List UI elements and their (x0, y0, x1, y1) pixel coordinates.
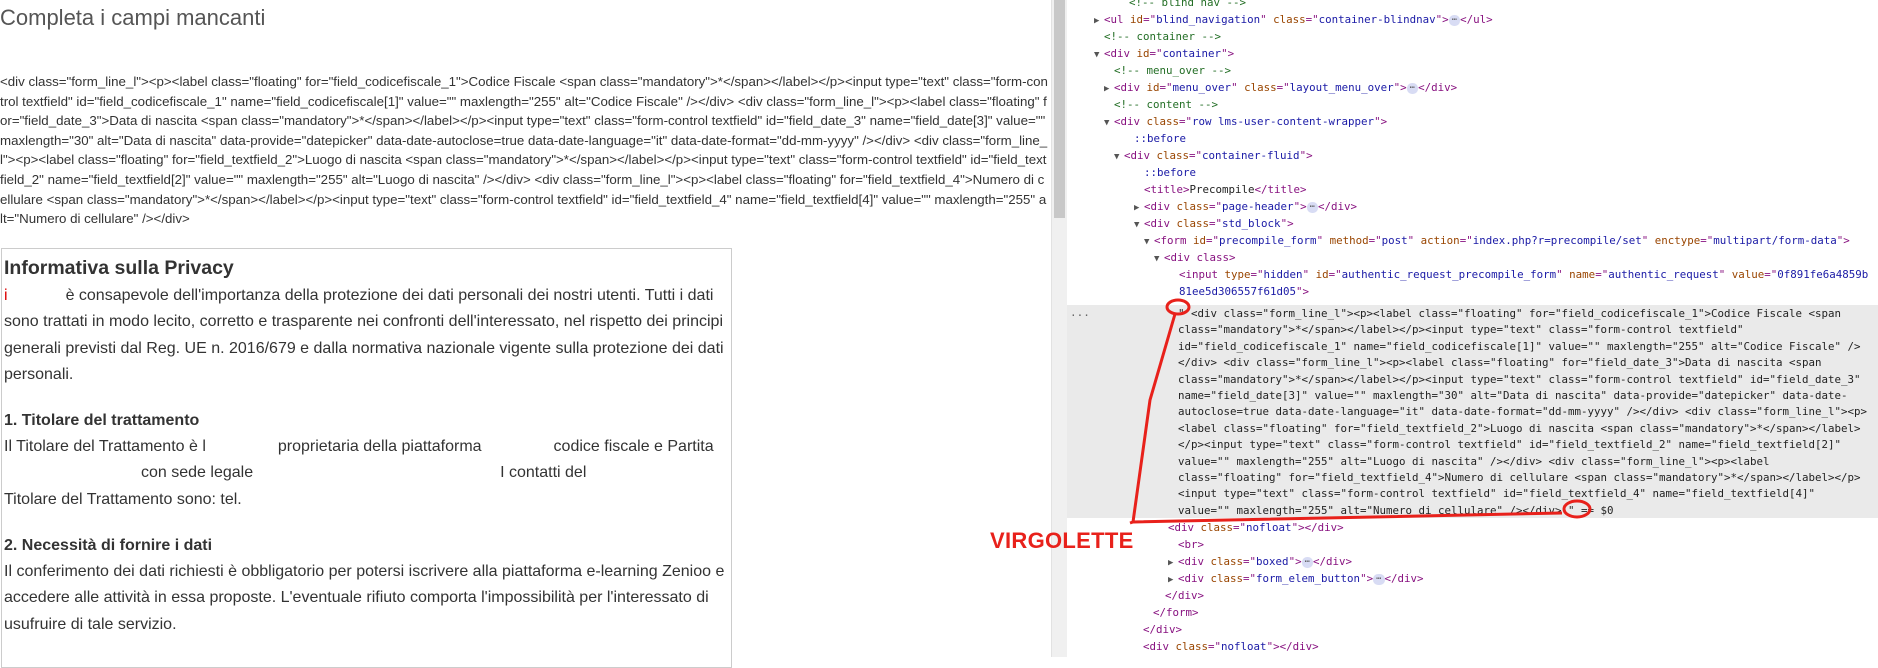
scrollbar-thumb[interactable] (1054, 0, 1065, 218)
dom-node-container[interactable]: ▼ <div id="container"> (1094, 45, 1234, 62)
ellipsis-icon[interactable]: ⋯ (1373, 573, 1385, 585)
s1-part-d: con sede legale (141, 464, 254, 482)
dom-node-title[interactable]: <title>Precompile</title> (1144, 181, 1307, 198)
dom-node-page-header[interactable]: ▶ <div class="page-header"> ⋯ </div> (1134, 198, 1357, 215)
dom-node-menu-over[interactable]: ▶ <div id="menu_over" class="layout_menu_… (1104, 79, 1457, 96)
selected-text-line: " <div class="form_line_l"><p><label cla… (1178, 307, 1842, 320)
dom-node-std-block[interactable]: ▼ <div class="std_block"> (1134, 215, 1294, 232)
dom-comment-content[interactable]: <!-- content --> (1114, 96, 1218, 113)
dom-node-container-fluid[interactable]: ▼ <div class="container-fluid"> (1114, 147, 1313, 164)
selected-text-line: value="" maxlength="255" alt="Luogo di n… (1178, 454, 1770, 468)
dom-node-input-hidden[interactable]: <input type="hidden" id="authentic_reque… (1179, 266, 1868, 283)
privacy-box[interactable]: Informativa sulla Privacy iè consapevole… (1, 248, 732, 668)
privacy-intro-start: i (4, 287, 8, 304)
selected-text-line: class="floating" for="field_textfield_4"… (1178, 471, 1861, 484)
selected-text-line: class="mandatory">*</span></label></p><i… (1178, 323, 1744, 337)
page-title: Completa i campi mancanti (0, 5, 266, 30)
expand-triangle-icon[interactable]: ▶ (1104, 81, 1114, 98)
selected-text-line: </div> <div class="form_line_l"><p><labe… (1178, 356, 1822, 370)
collapse-triangle-icon[interactable]: ▼ (1114, 149, 1124, 166)
dom-node-nofloat-2[interactable]: <div class="nofloat"></div> (1143, 638, 1319, 655)
dom-node-nofloat[interactable]: <div class="nofloat"></div> (1168, 519, 1344, 536)
privacy-intro-text: è consapevole dell'importanza della prot… (4, 287, 724, 383)
dom-node-ul[interactable]: ▶ <ul id="blind_navigation" class="contai… (1094, 11, 1493, 28)
section-1-title: 1. Titolare del trattamento (4, 412, 200, 430)
selected-text-line: class="mandatory">*</span></label></p><i… (1178, 372, 1861, 386)
collapse-triangle-icon[interactable]: ▼ (1134, 217, 1144, 234)
dom-close-div[interactable]: </div> (1165, 587, 1204, 604)
ellipsis-icon[interactable]: ⋯ (1306, 201, 1318, 213)
s1-part-c: codice fiscale e Partita (553, 438, 714, 456)
collapse-triangle-icon[interactable]: ▼ (1094, 47, 1104, 64)
dom-node-form-elem-button[interactable]: ▶ <div class="form_elem_button"> ⋯ </div> (1168, 570, 1424, 587)
page-content: Completa i campi mancanti <div class="fo… (0, 0, 1067, 668)
dom-close-div[interactable]: </div> (1143, 621, 1182, 638)
selected-text-line: <input type="text" class="form-control t… (1178, 487, 1816, 501)
collapse-triangle-icon[interactable]: ▼ (1154, 251, 1164, 268)
section-1-text: Il Titolare del Trattamento è l proprieta… (4, 434, 731, 513)
privacy-title: Informativa sulla Privacy (4, 257, 234, 279)
dom-close-form[interactable]: </form> (1153, 604, 1199, 621)
dom-node-input-hidden-cont: 81ee5d306557f61d05"> (1179, 285, 1310, 298)
selected-text-line: <label class="floating" for="field_textf… (1178, 421, 1861, 435)
dom-comment-container[interactable]: <!-- container --> (1104, 28, 1221, 45)
dom-pseudo-before[interactable]: ::before (1134, 130, 1186, 147)
selected-text-line: id="field_codicefiscale_1" name="field_c… (1178, 339, 1861, 353)
dom-comment-menu-over[interactable]: <!-- menu_over --> (1114, 62, 1231, 79)
raw-html-text: <div class="form_line_l"><p><label class… (0, 74, 1048, 227)
dom-node-div-class[interactable]: ▼ <div class> (1154, 249, 1236, 266)
dom-node-form[interactable]: ▼ <form id="precompile_form" method="post… (1144, 232, 1850, 249)
ellipsis-icon[interactable]: ⋯ (1406, 82, 1419, 94)
dom-pseudo-before[interactable]: ::before (1144, 164, 1196, 181)
more-options-icon[interactable]: ... (1070, 306, 1090, 319)
privacy-intro: iè consapevole dell'importanza della pro… (4, 283, 731, 388)
collapse-triangle-icon[interactable]: ▼ (1104, 115, 1114, 132)
s1-part-b: proprietaria della piattaforma (277, 438, 482, 456)
expand-triangle-icon[interactable]: ▶ (1094, 13, 1104, 30)
annotation-label: VIRGOLETTE (990, 528, 1134, 553)
dom-node-content-wrapper[interactable]: ▼ <div class="row lms-user-content-wrappe… (1104, 113, 1387, 130)
selected-text-line: autoclose=true data-date-language="it" d… (1178, 405, 1868, 419)
selected-text-line: </p><input type="text" class="form-contr… (1178, 438, 1842, 452)
section-2-title: 2. Necessità di fornire i dati (4, 537, 213, 555)
ellipsis-icon[interactable]: ⋯ (1301, 556, 1313, 568)
ellipsis-icon[interactable]: ⋯ (1448, 14, 1461, 26)
page-scrollbar[interactable] (1051, 0, 1067, 657)
selected-text-line: value="" maxlength="255" alt="Numero di … (1178, 503, 1614, 517)
section-2-text: Il conferimento dei dati richiesti è obb… (4, 563, 725, 633)
s1-part-e: I contatti del (500, 464, 587, 482)
collapse-triangle-icon[interactable]: ▼ (1144, 234, 1154, 251)
dom-comment-blind-nav[interactable]: <!-- blind nav --> (1129, 0, 1246, 11)
s1-part-a: Il Titolare del Trattamento è l (4, 438, 206, 456)
s1-part-f: Titolare del Trattamento sono: tel. (4, 490, 242, 508)
selected-text-line: name="field_date[3]" value="" maxlength=… (1178, 389, 1848, 402)
dom-node-boxed[interactable]: ▶ <div class="boxed"> ⋯ </div> (1168, 553, 1352, 570)
dom-node-br[interactable]: <br> (1178, 536, 1204, 553)
